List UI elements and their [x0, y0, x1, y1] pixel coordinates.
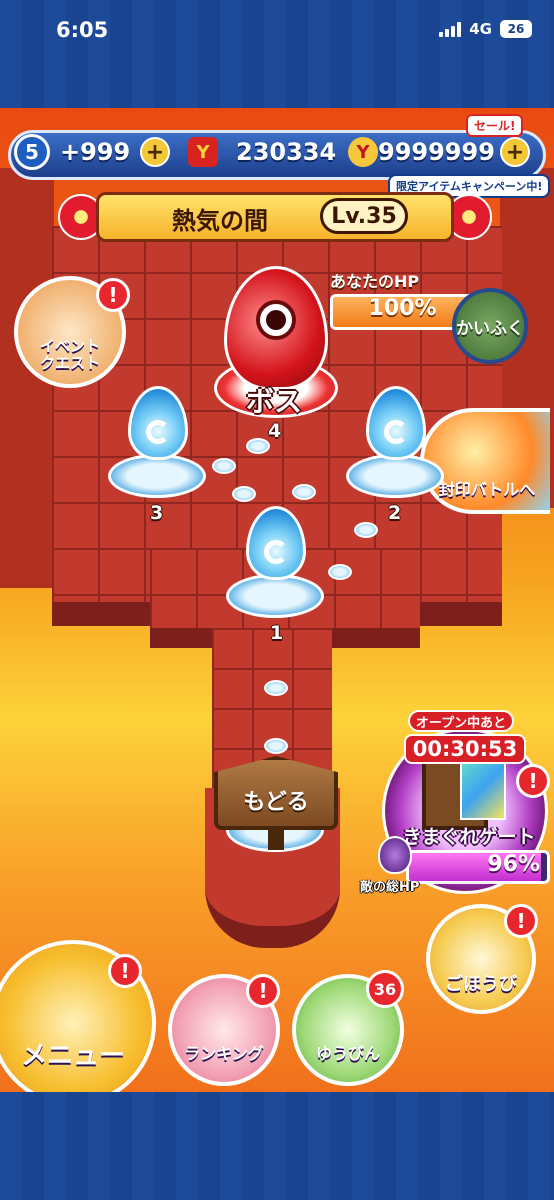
stage-node-3-number: 3 [150, 502, 164, 524]
coins-value: 230334 [236, 138, 337, 166]
stamina-level-icon: 5 [14, 134, 50, 170]
boss-pupil-icon [266, 310, 286, 330]
gate-alert-badge: ! [516, 764, 550, 798]
gate-timer: 00:30:53 [404, 734, 526, 764]
path-dot [212, 458, 236, 474]
status-time: 6:05 [56, 18, 109, 42]
ranking-alert-badge: ! [246, 974, 280, 1008]
stage-level: Lv.35 [320, 198, 408, 234]
boss-label: ボス [246, 385, 303, 418]
battery-icon: 26 [500, 20, 532, 38]
recover-button[interactable]: かいふく [452, 288, 528, 364]
reward-label: ごほうび [445, 974, 517, 995]
coin-icon: Y [188, 137, 218, 167]
seal-battle-label: 封印バトルへ [438, 480, 536, 499]
add-stamina-button[interactable]: + [140, 137, 170, 167]
gem-icon: Y [348, 137, 378, 167]
stage-node-2-base [346, 454, 444, 498]
boss-node-number: 4 [268, 420, 282, 442]
path-dot [328, 564, 352, 580]
path-dot [354, 522, 378, 538]
stage-node-1-number: 1 [270, 622, 284, 644]
game-screen: 5 +999 + Y 230334 Y 9999999 + セール! 限定アイテ… [0, 108, 554, 1092]
back-button[interactable]: もどる [214, 784, 338, 816]
path-dot [292, 484, 316, 500]
mail-label: ゆうびん [315, 1044, 380, 1063]
flame-swirl-icon [384, 420, 408, 444]
bottom-frame [0, 1092, 554, 1200]
stage-title: 熱気の間 [172, 207, 268, 235]
status-bar: 6:05 4G 26 [0, 0, 554, 108]
stamina-value: +999 [60, 138, 131, 166]
path-dot [246, 438, 270, 454]
add-gems-button[interactable]: + [500, 137, 530, 167]
stage-node-2-number: 2 [388, 502, 402, 524]
enemy-hp-text: 96% [487, 852, 540, 877]
stage-node-3-base [108, 454, 206, 498]
gate-open-label: オープン中あと [408, 710, 514, 732]
menu-label: メニュー [20, 1041, 125, 1071]
path-dot [232, 486, 256, 502]
reward-alert-badge: ! [504, 904, 538, 938]
status-indicators: 4G 26 [439, 20, 532, 38]
enemy-icon [378, 836, 412, 874]
back-sign-post [268, 828, 284, 850]
stage-node-1-base [226, 574, 324, 618]
path-dot [264, 738, 288, 754]
flame-swirl-icon [146, 420, 170, 444]
event-quest-label-2: クエスト [39, 353, 100, 372]
gate-portal-icon [460, 756, 506, 820]
flame-swirl-icon [264, 540, 288, 564]
player-hp-label: あなたのHP [330, 272, 420, 291]
ranking-label: ランキング [184, 1044, 264, 1063]
gate-label: きまぐれゲート [402, 826, 536, 848]
event-quest-label-1: イベント [39, 336, 100, 355]
gems-value: 9999999 [378, 138, 495, 166]
sale-tag[interactable]: セール! [466, 114, 524, 137]
signal-icon [439, 21, 462, 37]
enemy-hp-label: 敵の総HP [360, 880, 420, 895]
menu-alert-badge: ! [108, 954, 142, 988]
network-type: 4G [469, 20, 492, 38]
seal-battle-button[interactable]: 封印バトルへ [420, 408, 550, 514]
mail-count-badge: 36 [366, 970, 404, 1008]
event-quest-alert-badge: ! [96, 278, 130, 312]
path-dot [264, 680, 288, 696]
